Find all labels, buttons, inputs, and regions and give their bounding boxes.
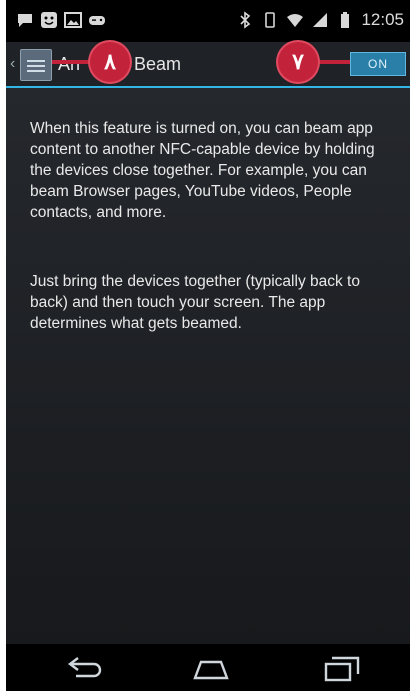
callout-pointer-1 xyxy=(52,60,92,64)
system-icons: 12:05 xyxy=(236,10,404,30)
back-icon[interactable] xyxy=(62,654,106,682)
image-icon xyxy=(64,12,82,28)
bluetooth-icon xyxy=(240,11,251,29)
notification-icons xyxy=(16,11,106,29)
description-paragraph-2: Just bring the devices together (typical… xyxy=(30,273,360,332)
signal-icon xyxy=(313,13,328,27)
screen-title-prefix: An xyxy=(58,54,81,74)
description-paragraph-1: When this feature is turned on, you can … xyxy=(30,120,375,221)
gamepad-icon xyxy=(89,16,105,25)
settings-app-icon[interactable] xyxy=(20,49,52,81)
chat-icon xyxy=(18,14,32,27)
beam-description-panel: When this feature is turned on, you can … xyxy=(6,88,410,644)
wifi-icon xyxy=(287,14,304,27)
status-bar: 12:05 xyxy=(6,0,410,42)
home-icon[interactable] xyxy=(189,654,233,682)
callout-marker-1: ٨ xyxy=(90,42,130,82)
smiley-icon xyxy=(41,12,57,28)
beam-toggle[interactable]: ON xyxy=(350,52,406,76)
up-caret-icon[interactable]: ‹ xyxy=(10,55,15,73)
navigation-bar xyxy=(6,644,410,691)
phone-screen: 12:05 ‹ An Beam ٨ ٧ ON When this feature… xyxy=(6,0,410,691)
rotate-icon xyxy=(265,12,276,28)
status-clock: 12:05 xyxy=(361,10,404,29)
battery-icon xyxy=(341,12,350,28)
callout-marker-2: ٧ xyxy=(278,42,318,82)
callout-pointer-2 xyxy=(316,60,352,64)
recent-apps-icon[interactable] xyxy=(320,654,364,682)
screen-title-suffix: Beam xyxy=(134,54,182,74)
